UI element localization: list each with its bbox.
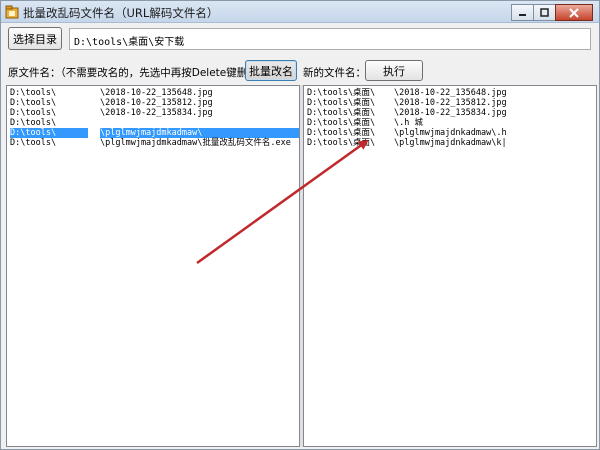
new-file-row-dir: D:\tools\桌面\ <box>307 128 376 138</box>
original-file-row-dir: D:\tools\ <box>10 128 89 138</box>
original-file-row[interactable]: D:\tools\ \2018-10-22_135834.jpg <box>7 108 299 118</box>
original-files-rows: D:\tools\ \2018-10-22_135648.jpg D:\tools\… <box>7 86 299 148</box>
new-files-list[interactable]: D:\tools\桌面\ \2018-10-22_135648.jpg D:\too… <box>303 85 597 447</box>
title-bar[interactable]: 批量改乱码文件名（URL解码文件名） <box>1 1 599 23</box>
window-controls <box>511 4 593 21</box>
new-file-row[interactable]: D:\tools\桌面\ \2018-10-22_135834.jpg <box>304 108 596 118</box>
new-file-row[interactable]: D:\tools\桌面\ \plglmwjmajdnkadmaw\.h <box>304 128 596 138</box>
new-file-row-dir: D:\tools\桌面\ <box>307 98 376 108</box>
original-file-row[interactable]: D:\tools\ <box>7 118 299 128</box>
execute-button[interactable]: 执行 <box>365 60 423 81</box>
new-file-row-name: \plglmwjmajdnkadmaw\k| <box>394 138 507 148</box>
new-file-row-dir: D:\tools\桌面\ <box>307 88 376 98</box>
new-files-rows: D:\tools\桌面\ \2018-10-22_135648.jpg D:\too… <box>304 86 596 148</box>
new-file-row-dir: D:\tools\桌面\ <box>307 108 376 118</box>
close-icon <box>569 7 579 18</box>
app-window: 批量改乱码文件名（URL解码文件名） 选择目录 D:\tools\桌面\安下载 … <box>0 0 600 450</box>
new-file-row[interactable]: D:\tools\桌面\ \2018-10-22_135812.jpg <box>304 98 596 108</box>
new-file-row-dir: D:\tools\桌面\ <box>307 138 376 148</box>
original-names-label: 原文件名：（不需要改名的，先选中再按Delete键删除） <box>8 67 269 79</box>
new-names-label: 新的文件名： <box>303 67 366 79</box>
original-file-row[interactable]: D:\tools\ \2018-10-22_135812.jpg <box>7 98 299 108</box>
minimize-button[interactable] <box>511 4 534 21</box>
original-file-row-name: \plglmwjmajdmkadmaw\批量改乱码文件名.exe <box>100 138 291 148</box>
original-file-row-dir: D:\tools\ <box>10 88 57 98</box>
minimize-icon <box>519 14 526 16</box>
original-file-row[interactable]: D:\tools\ \2018-10-22_135648.jpg <box>7 88 299 98</box>
original-file-row[interactable]: D:\tools\ \plglmwjmajdmkadmaw\ <box>7 128 299 138</box>
original-file-row-dir: D:\tools\ <box>10 98 57 108</box>
original-file-row-dir: D:\tools\ <box>10 108 57 118</box>
original-file-row-name: \2018-10-22_135812.jpg <box>100 98 213 108</box>
select-directory-button[interactable]: 选择目录 <box>8 27 62 50</box>
original-file-row[interactable]: D:\tools\ \plglmwjmajdmkadmaw\批量改乱码文件名.ex… <box>7 138 299 148</box>
app-icon <box>5 5 19 19</box>
original-file-row-dir: D:\tools\ <box>10 118 57 128</box>
batch-rename-button[interactable]: 批量改名 <box>245 60 297 81</box>
new-file-row-name: \plglmwjmajdnkadmaw\.h <box>394 128 507 138</box>
new-file-row-name: \2018-10-22_135648.jpg <box>394 88 507 98</box>
original-files-list[interactable]: D:\tools\ \2018-10-22_135648.jpg D:\tools\… <box>6 85 300 447</box>
maximize-icon <box>540 8 549 17</box>
close-button[interactable] <box>555 4 593 21</box>
original-file-row-dir: D:\tools\ <box>10 138 57 148</box>
new-file-row-name: \2018-10-22_135812.jpg <box>394 98 507 108</box>
new-file-row[interactable]: D:\tools\桌面\ \2018-10-22_135648.jpg <box>304 88 596 98</box>
new-file-row-name: \2018-10-22_135834.jpg <box>394 108 507 118</box>
original-file-row-name: \plglmwjmajdmkadmaw\ <box>100 128 299 138</box>
new-file-row[interactable]: D:\tools\桌面\ \plglmwjmajdnkadmaw\k| <box>304 138 596 148</box>
new-file-row[interactable]: D:\tools\桌面\ \.h 城 <box>304 118 596 128</box>
original-file-row-name: \2018-10-22_135834.jpg <box>100 108 213 118</box>
directory-path-input[interactable]: D:\tools\桌面\安下载 <box>69 28 591 50</box>
new-file-row-name: \.h 城 <box>394 118 423 128</box>
window-title: 批量改乱码文件名（URL解码文件名） <box>23 6 219 20</box>
original-file-row-name: \2018-10-22_135648.jpg <box>100 88 213 98</box>
maximize-button[interactable] <box>533 4 556 21</box>
new-file-row-dir: D:\tools\桌面\ <box>307 118 376 128</box>
